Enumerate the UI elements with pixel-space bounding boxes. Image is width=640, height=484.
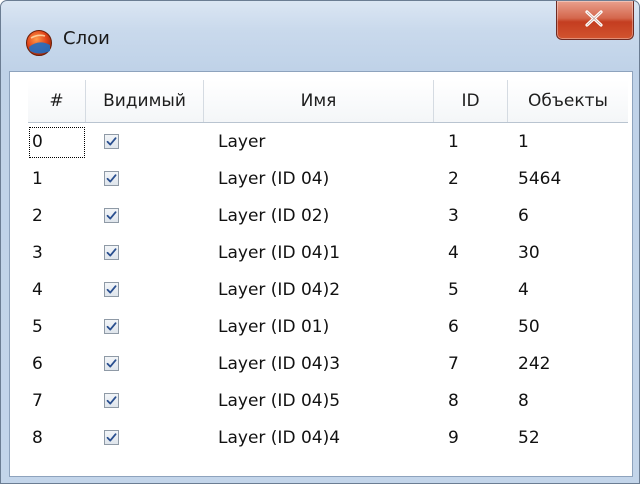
visible-checkbox[interactable] — [104, 393, 119, 408]
row-number: 4 — [32, 280, 43, 300]
table-row[interactable]: 1 Layer (ID 04) 2 5464 — [28, 161, 628, 198]
checkmark-icon — [106, 248, 117, 257]
layer-name: Layer (ID 01) — [218, 317, 330, 337]
table-row[interactable]: 5 Layer (ID 01) 6 50 — [28, 309, 628, 346]
layer-name: Layer (ID 04) — [218, 169, 330, 189]
visible-checkbox[interactable] — [104, 430, 119, 445]
checkmark-icon — [106, 174, 117, 183]
layer-name: Layer (ID 04)5 — [218, 391, 341, 411]
table-row[interactable]: 8 Layer (ID 04)4 9 52 — [28, 420, 628, 457]
checkmark-icon — [106, 396, 117, 405]
layer-id: 9 — [448, 428, 459, 448]
checkmark-icon — [106, 285, 117, 294]
visible-checkbox[interactable] — [104, 282, 119, 297]
visible-checkbox[interactable] — [104, 245, 119, 260]
layer-id: 1 — [448, 132, 459, 152]
row-number: 0 — [28, 126, 86, 159]
column-header-objects[interactable]: Объекты — [508, 80, 628, 122]
layer-id: 7 — [448, 354, 459, 374]
layer-objects-count: 6 — [518, 206, 529, 226]
column-header-num[interactable]: # — [28, 80, 86, 122]
checkmark-icon — [106, 137, 117, 146]
layer-name: Layer (ID 04)1 — [218, 243, 341, 263]
layers-panel: # Видимый Имя ID Объекты 0 Layer 1 1 1 Layer … — [9, 71, 633, 477]
column-header-visible[interactable]: Видимый — [86, 80, 204, 122]
row-number: 8 — [32, 428, 43, 448]
table-row[interactable]: 2 Layer (ID 02) 3 6 — [28, 198, 628, 235]
layer-id: 4 — [448, 243, 459, 263]
checkmark-icon — [106, 211, 117, 220]
visible-checkbox[interactable] — [104, 319, 119, 334]
layer-name: Layer (ID 02) — [218, 206, 330, 226]
close-button[interactable] — [556, 1, 634, 40]
layer-name: Layer (ID 04)4 — [218, 428, 341, 448]
layer-id: 3 — [448, 206, 459, 226]
layer-objects-count: 242 — [518, 354, 551, 374]
layers-table: # Видимый Имя ID Объекты 0 Layer 1 1 1 Layer … — [28, 80, 628, 472]
table-row[interactable]: 3 Layer (ID 04)1 4 30 — [28, 235, 628, 272]
layers-dialog: Слои # Видимый Имя ID Объекты 0 Layer 1 1 1 L… — [0, 0, 640, 484]
row-number: 6 — [32, 354, 43, 374]
layer-objects-count: 52 — [518, 428, 540, 448]
row-number: 3 — [32, 243, 43, 263]
table-row[interactable]: 0 Layer 1 1 — [28, 124, 628, 161]
table-header: # Видимый Имя ID Объекты — [28, 80, 628, 123]
title-bar[interactable]: Слои — [1, 1, 639, 71]
layer-id: 2 — [448, 169, 459, 189]
visible-checkbox[interactable] — [104, 356, 119, 371]
row-number: 7 — [32, 391, 43, 411]
row-number: 1 — [32, 169, 43, 189]
window-title: Слои — [63, 28, 110, 49]
layer-id: 6 — [448, 317, 459, 337]
column-header-id[interactable]: ID — [434, 80, 508, 122]
layer-objects-count: 30 — [518, 243, 540, 263]
layer-id: 8 — [448, 391, 459, 411]
row-number: 2 — [32, 206, 43, 226]
visible-checkbox[interactable] — [104, 134, 119, 149]
layer-id: 5 — [448, 280, 459, 300]
layer-objects-count: 50 — [518, 317, 540, 337]
table-row[interactable]: 6 Layer (ID 04)3 7 242 — [28, 346, 628, 383]
table-row[interactable]: 4 Layer (ID 04)2 5 4 — [28, 272, 628, 309]
visible-checkbox[interactable] — [104, 171, 119, 186]
layer-objects-count: 1 — [518, 132, 529, 152]
checkmark-icon — [106, 322, 117, 331]
checkmark-icon — [106, 359, 117, 368]
layer-objects-count: 4 — [518, 280, 529, 300]
layer-name: Layer — [218, 132, 266, 152]
checkmark-icon — [106, 433, 117, 442]
layer-objects-count: 5464 — [518, 169, 562, 189]
row-number: 5 — [32, 317, 43, 337]
layer-objects-count: 8 — [518, 391, 529, 411]
table-row[interactable]: 7 Layer (ID 04)5 8 8 — [28, 383, 628, 420]
layer-name: Layer (ID 04)2 — [218, 280, 341, 300]
layers-globe-icon — [26, 30, 52, 56]
layer-name: Layer (ID 04)3 — [218, 354, 341, 374]
column-header-name[interactable]: Имя — [204, 80, 434, 122]
close-icon — [585, 10, 603, 27]
visible-checkbox[interactable] — [104, 208, 119, 223]
